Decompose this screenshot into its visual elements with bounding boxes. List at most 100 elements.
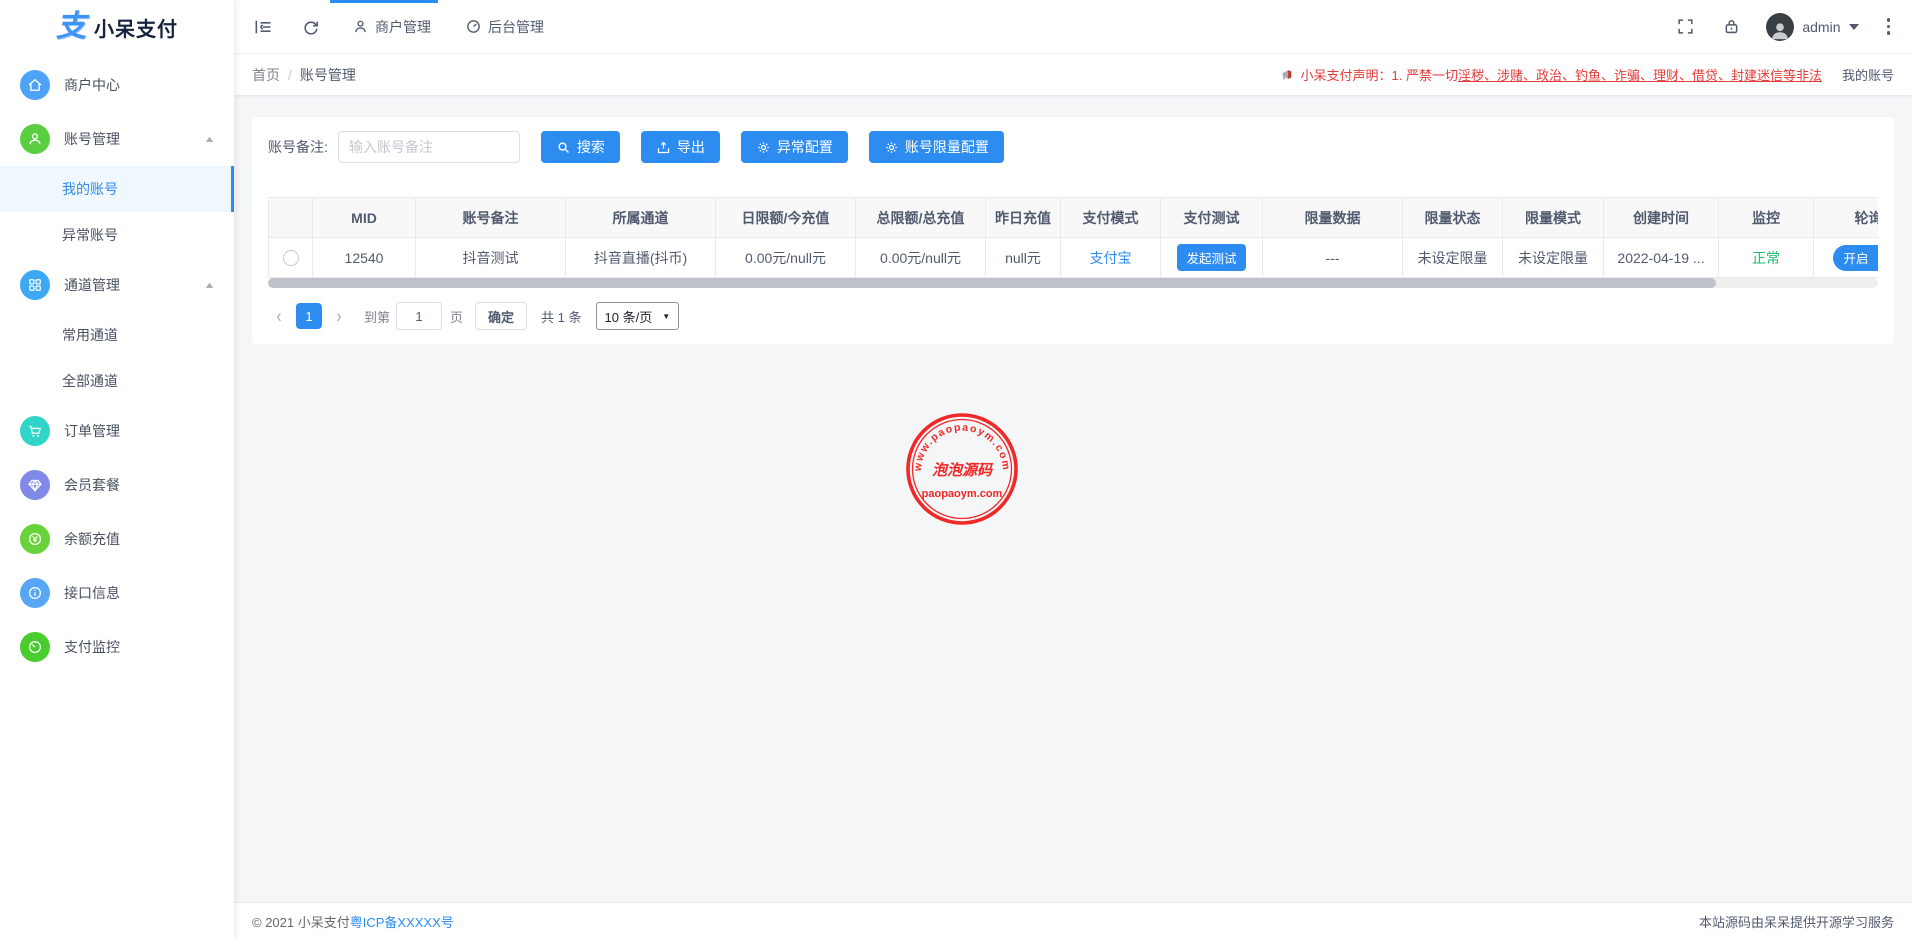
export-button[interactable]: 导出 bbox=[641, 131, 720, 163]
cell-daily-limit: 0.00元/null元 bbox=[716, 238, 856, 278]
prev-page-button[interactable]: ‹ bbox=[268, 299, 290, 333]
page-size-select[interactable]: 10 条/页 ▼ bbox=[596, 302, 680, 330]
monitor-status: 正常 bbox=[1752, 250, 1780, 266]
chevron-down-icon: ▼ bbox=[662, 312, 670, 321]
tab-label: 商户管理 bbox=[375, 17, 431, 37]
coin-icon bbox=[20, 524, 50, 554]
megaphone-icon bbox=[1280, 67, 1295, 82]
breadcrumb-bar: 首页 / 账号管理 小呆支付声明：1. 严禁一切淫秽、涉赌、政治、钓鱼、诈骗、理… bbox=[234, 54, 1912, 95]
tab-merchant-mgmt[interactable]: 商户管理 bbox=[348, 0, 435, 54]
sidebar-item-label: 支付监控 bbox=[64, 637, 120, 657]
watermark-site: paopaoym.com bbox=[922, 488, 1003, 500]
collapse-sidebar-icon[interactable] bbox=[252, 16, 274, 38]
abnormal-config-button[interactable]: 异常配置 bbox=[741, 131, 848, 163]
gauge-icon bbox=[20, 632, 50, 662]
refresh-icon[interactable] bbox=[300, 16, 322, 38]
cell-yesterday: null元 bbox=[986, 238, 1061, 278]
person-icon bbox=[352, 18, 369, 35]
sidebar-item-order-mgmt[interactable]: 订单管理 bbox=[0, 404, 234, 458]
col-monitor: 监控 bbox=[1719, 198, 1814, 238]
sidebar-item-channel-mgmt[interactable]: 通道管理 ▲ bbox=[0, 258, 234, 312]
sidebar: 支 小呆支付 商户中心 账号管理 ▲ 我的账号 异常账号 通道管理 bbox=[0, 0, 234, 940]
sidebar-item-label: 余额充值 bbox=[64, 529, 120, 549]
sidebar-subitem-label: 我的账号 bbox=[62, 179, 118, 199]
announcement-text: 小呆支付声明：1. 严禁一切淫秽、涉赌、政治、钓鱼、诈骗、理财、借贷、封建迷信等… bbox=[1301, 65, 1822, 84]
topbar: 商户管理 后台管理 admin bbox=[234, 0, 1912, 54]
account-limit-config-button[interactable]: 账号限量配置 bbox=[869, 131, 1004, 163]
sidebar-subitem-abnormal-accounts[interactable]: 异常账号 bbox=[0, 212, 234, 258]
goto-label: 到第 bbox=[364, 307, 390, 326]
copyright-text: © 2021 小呆支付 bbox=[252, 912, 350, 931]
app-title: 小呆支付 bbox=[94, 13, 178, 42]
start-test-button[interactable]: 发起测试 bbox=[1177, 244, 1245, 271]
page-number-1[interactable]: 1 bbox=[296, 303, 322, 329]
sidebar-menu: 商户中心 账号管理 ▲ 我的账号 异常账号 通道管理 ▲ 常用通道 全部通道 bbox=[0, 54, 234, 674]
sidebar-item-label: 会员套餐 bbox=[64, 475, 120, 495]
goto-page-input[interactable] bbox=[396, 302, 442, 330]
chevron-down-icon bbox=[1849, 24, 1859, 30]
col-channel: 所属通道 bbox=[566, 198, 716, 238]
button-label: 账号限量配置 bbox=[905, 137, 989, 157]
lock-icon[interactable] bbox=[1720, 16, 1742, 38]
toggle-label: 开启 bbox=[1844, 248, 1869, 267]
remark-filter-input[interactable] bbox=[338, 131, 520, 163]
col-select bbox=[269, 198, 313, 238]
col-yesterday: 昨日充值 bbox=[986, 198, 1061, 238]
sidebar-subitem-common-channels[interactable]: 常用通道 bbox=[0, 312, 234, 358]
cell-limit-data: --- bbox=[1263, 238, 1403, 278]
gear-icon bbox=[884, 140, 899, 155]
app-logo[interactable]: 支 小呆支付 bbox=[0, 0, 234, 54]
footer-right-text: 本站源码由呆呆提供开源学习服务 bbox=[1699, 912, 1894, 931]
page-size-value: 10 条/页 bbox=[605, 307, 653, 326]
col-limit-data: 限量数据 bbox=[1263, 198, 1403, 238]
goto-confirm-button[interactable]: 确定 bbox=[475, 302, 527, 330]
sidebar-item-member-plans[interactable]: 会员套餐 bbox=[0, 458, 234, 512]
cell-channel: 抖音直播(抖币) bbox=[566, 238, 716, 278]
avatar bbox=[1766, 13, 1794, 41]
user-icon bbox=[20, 124, 50, 154]
tab-label: 后台管理 bbox=[488, 17, 544, 37]
more-options-icon[interactable] bbox=[1883, 14, 1895, 39]
fullscreen-icon[interactable] bbox=[1674, 16, 1696, 38]
sidebar-item-account-mgmt[interactable]: 账号管理 ▲ bbox=[0, 112, 234, 166]
horizontal-scrollbar bbox=[268, 278, 1878, 288]
button-label: 异常配置 bbox=[777, 137, 833, 157]
breadcrumb-separator: / bbox=[288, 67, 292, 83]
col-pay-mode: 支付模式 bbox=[1061, 198, 1161, 238]
breadcrumb-home[interactable]: 首页 bbox=[252, 65, 280, 85]
sidebar-subitem-label: 常用通道 bbox=[62, 325, 118, 345]
sidebar-item-merchant-center[interactable]: 商户中心 bbox=[0, 58, 234, 112]
accounts-card: 账号备注: 搜索 导出 异常配置 账号限量配置 bbox=[252, 117, 1894, 344]
sidebar-subitem-my-accounts[interactable]: 我的账号 bbox=[0, 166, 234, 212]
scrollbar-thumb[interactable] bbox=[268, 278, 1716, 288]
pay-mode-link[interactable]: 支付宝 bbox=[1090, 250, 1132, 266]
sidebar-item-payment-monitor[interactable]: 支付监控 bbox=[0, 620, 234, 674]
tab-backend-mgmt[interactable]: 后台管理 bbox=[461, 0, 548, 54]
main-content: 账号备注: 搜索 导出 异常配置 账号限量配置 bbox=[234, 95, 1912, 902]
sidebar-item-balance-recharge[interactable]: 余额充值 bbox=[0, 512, 234, 566]
col-pay-test: 支付测试 bbox=[1161, 198, 1263, 238]
poll-toggle[interactable]: 开启 bbox=[1833, 245, 1879, 271]
sidebar-item-api-info[interactable]: 接口信息 bbox=[0, 566, 234, 620]
col-remark: 账号备注 bbox=[416, 198, 566, 238]
cell-remark: 抖音测试 bbox=[416, 238, 566, 278]
next-page-button[interactable]: › bbox=[328, 299, 350, 333]
search-button[interactable]: 搜索 bbox=[541, 131, 620, 163]
chevron-up-icon: ▲ bbox=[203, 134, 215, 144]
accounts-table-viewport: MID 账号备注 所属通道 日限额/今充值 总限额/总充值 昨日充值 支付模式 … bbox=[268, 197, 1878, 278]
username: admin bbox=[1802, 19, 1840, 35]
row-radio[interactable] bbox=[283, 250, 299, 266]
sidebar-subitem-all-channels[interactable]: 全部通道 bbox=[0, 358, 234, 404]
button-label: 导出 bbox=[677, 137, 705, 157]
col-limit-mode: 限量模式 bbox=[1503, 198, 1604, 238]
icp-link[interactable]: 粤ICP备XXXXX号 bbox=[350, 912, 454, 931]
open-page-tag[interactable]: 我的账号 bbox=[1842, 65, 1894, 84]
total-count-label: 共 1 条 bbox=[541, 307, 581, 326]
user-menu[interactable]: admin bbox=[1766, 13, 1858, 41]
col-limit-status: 限量状态 bbox=[1403, 198, 1503, 238]
col-daily-limit: 日限额/今充值 bbox=[716, 198, 856, 238]
gem-icon bbox=[20, 470, 50, 500]
cell-limit-mode: 未设定限量 bbox=[1503, 238, 1604, 278]
logo-icon: 支 bbox=[56, 12, 86, 42]
info-icon bbox=[20, 578, 50, 608]
